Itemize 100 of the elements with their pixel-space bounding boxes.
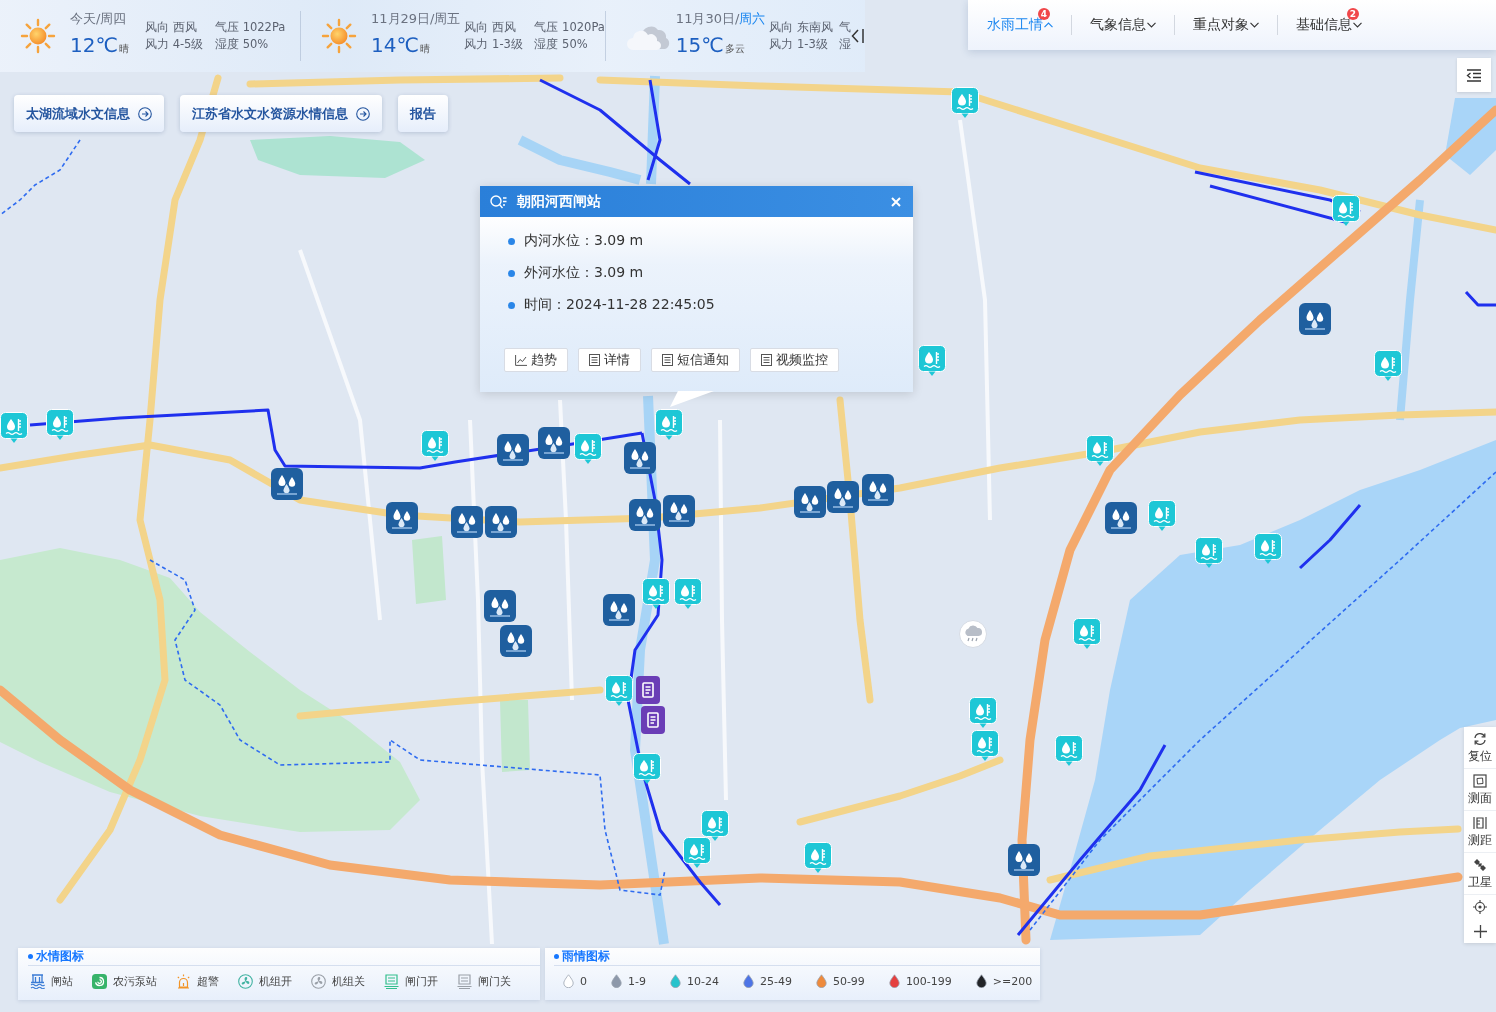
legend-label: >=200: [992, 974, 1033, 988]
water-level-marker-icon[interactable]: [633, 753, 661, 784]
raindrops-marker-icon[interactable]: [500, 625, 532, 657]
water-level-marker-icon[interactable]: [46, 409, 74, 440]
popup-action-button[interactable]: 短信通知: [651, 348, 740, 372]
pressure-text: 气压 1022Pa: [215, 19, 286, 36]
water-level-marker-icon[interactable]: [951, 87, 979, 118]
humidity-text: 湿度 50%: [534, 36, 589, 53]
fan-icon: [311, 973, 326, 989]
condition-text: 多云: [724, 42, 745, 56]
legend-label: 闸站: [51, 973, 73, 989]
locate-icon: [1473, 900, 1487, 914]
condition-text: 晴: [419, 42, 430, 56]
raindrops-marker-icon[interactable]: [794, 486, 826, 518]
water-level-marker-icon[interactable]: [674, 578, 702, 609]
fan-icon: [238, 973, 253, 989]
area-measure-icon: [1473, 774, 1487, 788]
map-tool-button[interactable]: 测面: [1464, 769, 1496, 811]
legend-label: 0: [580, 974, 587, 988]
date-text: 11月29日/: [371, 10, 435, 28]
condition-text: 晴: [118, 42, 129, 56]
document-marker-icon[interactable]: [636, 676, 660, 704]
layer-list-button[interactable]: [1457, 58, 1491, 92]
bullet-dot-icon: [28, 954, 33, 959]
close-button[interactable]: [891, 196, 901, 207]
water-level-marker-icon[interactable]: [683, 837, 711, 868]
raindrops-marker-icon[interactable]: [1105, 502, 1137, 534]
water-level-marker-icon[interactable]: [971, 730, 999, 761]
water-level-marker-icon[interactable]: [1254, 533, 1282, 564]
legend-label: 1-9: [628, 974, 646, 988]
water-level-marker-icon[interactable]: [804, 842, 832, 873]
water-level-marker-icon[interactable]: [574, 433, 602, 464]
water-level-marker-icon[interactable]: [1086, 435, 1114, 466]
water-level-marker-icon[interactable]: [655, 409, 683, 440]
raindrops-marker-icon[interactable]: [1299, 303, 1331, 335]
document-marker-icon[interactable]: [641, 706, 665, 734]
raindrops-marker-icon[interactable]: [862, 474, 894, 506]
raindrops-marker-icon[interactable]: [497, 434, 529, 466]
sun-icon: [321, 18, 357, 54]
water-level-marker-icon[interactable]: [918, 345, 946, 376]
water-level-marker-icon[interactable]: [1195, 537, 1223, 568]
search-list-icon: [490, 194, 507, 209]
count-badge: 2: [1347, 8, 1359, 20]
raindrops-marker-icon[interactable]: [485, 506, 517, 538]
document-icon: [662, 354, 673, 366]
water-level-marker-icon[interactable]: [1374, 350, 1402, 381]
pressure-text: 气压 1020Pa: [534, 19, 605, 36]
raindrops-marker-icon[interactable]: [663, 495, 695, 527]
temperature-text: 12℃: [70, 32, 118, 58]
watercourse-line: [1464, 291, 1496, 307]
reading-text: 内河水位：3.09 m: [524, 232, 644, 250]
collapse-icon[interactable]: [851, 28, 866, 44]
bullet-dot-icon: [508, 301, 515, 309]
raindrops-marker-icon[interactable]: [827, 481, 859, 513]
tab[interactable]: 重点对象: [1193, 12, 1259, 38]
link-button[interactable]: 报告: [398, 95, 448, 132]
raindrops-marker-icon[interactable]: [624, 442, 656, 474]
pump-icon: [92, 973, 107, 989]
water-level-marker-icon[interactable]: [0, 412, 28, 443]
water-level-marker-icon[interactable]: [701, 810, 729, 841]
water-level-marker-icon[interactable]: [605, 675, 633, 706]
gate-icon: [457, 973, 472, 989]
pressure-text: 气: [839, 19, 852, 36]
water-level-marker-icon[interactable]: [421, 430, 449, 461]
water-level-marker-icon[interactable]: [1055, 735, 1083, 766]
legend-label: 机组开: [259, 973, 292, 989]
water-level-marker-icon[interactable]: [642, 578, 670, 609]
popup-action-button[interactable]: 详情: [578, 348, 641, 372]
weekday-text: 周四: [100, 10, 127, 28]
water-level-marker-icon[interactable]: [969, 697, 997, 728]
legend-label: 农污泵站: [113, 973, 157, 989]
raindrops-marker-icon[interactable]: [271, 468, 303, 500]
raindrops-marker-icon[interactable]: [484, 590, 516, 622]
raindrops-marker-icon[interactable]: [629, 499, 661, 531]
map-tool-button[interactable]: 测距: [1464, 811, 1496, 853]
raindrops-marker-icon[interactable]: [603, 594, 635, 626]
legend-label: 闸门关: [478, 973, 511, 989]
map-tool-button[interactable]: 卫星: [1464, 853, 1496, 895]
raindrops-marker-icon[interactable]: [1008, 844, 1040, 876]
menu-icon: [1466, 68, 1482, 82]
raindrops-marker-icon[interactable]: [386, 502, 418, 534]
park-area: [500, 700, 530, 772]
weekday-text: 周五: [434, 10, 461, 28]
water-level-marker-icon[interactable]: [1148, 500, 1176, 531]
plus-icon: [1473, 924, 1487, 938]
popup-action-button[interactable]: 视频监控: [750, 348, 839, 372]
link-button[interactable]: 江苏省水文水资源水情信息: [180, 95, 382, 132]
water-level-marker-icon[interactable]: [1073, 618, 1101, 649]
gate-station-icon: [30, 973, 45, 989]
reading-text: 时间：2024-11-28 22:45:05: [524, 296, 715, 314]
raindrops-marker-icon[interactable]: [451, 506, 483, 538]
legend-title: 水情图标: [36, 948, 84, 965]
link-button[interactable]: 太湖流域水文信息: [14, 95, 164, 132]
wind-direction-text: 风向 西风: [464, 19, 518, 36]
water-level-marker-icon[interactable]: [1332, 195, 1360, 226]
tab[interactable]: 气象信息: [1090, 12, 1156, 38]
popup-action-button[interactable]: 趋势: [504, 348, 568, 372]
map-tool-button[interactable]: 复位: [1464, 727, 1496, 769]
wind-force-text: 风力 4-5级: [145, 36, 205, 53]
raindrops-marker-icon[interactable]: [538, 427, 570, 459]
